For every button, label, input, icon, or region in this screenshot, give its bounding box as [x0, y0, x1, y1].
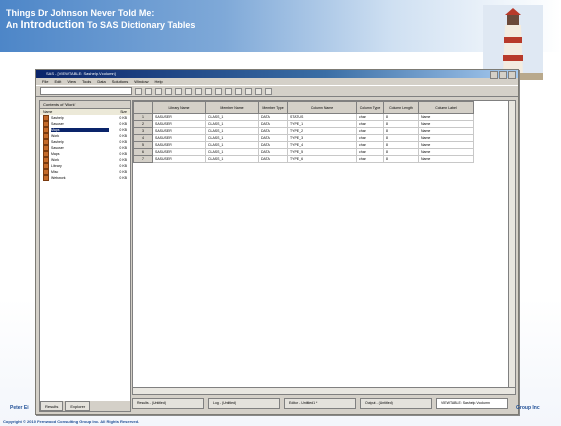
- explorer-pane-title: Contents of 'Work': [40, 101, 130, 109]
- sas-window: SAS - [VIEWTABLE: Sashelp.Vcolumn] File …: [35, 69, 519, 415]
- task-viewtable[interactable]: VIEWTABLE: Sashelp.Vcolumn: [436, 397, 508, 409]
- task-results[interactable]: Results - (Untitled): [132, 397, 204, 409]
- viewtable-grid: Library Name Member Name Member Type Col…: [132, 100, 516, 388]
- table-header-row: Library Name Member Name Member Type Col…: [133, 101, 474, 114]
- title-line-2-prefix: An: [6, 20, 21, 30]
- menu-data[interactable]: Data: [97, 78, 105, 85]
- table-row[interactable]: 7 SASUSER CLASS_1 DATA TYPE_6 char 8 Name: [133, 155, 474, 163]
- window-controls: [490, 71, 516, 79]
- col-header[interactable]: Column Label: [418, 101, 474, 114]
- menu-view[interactable]: View: [67, 78, 76, 85]
- table-row[interactable]: 1 SASUSER CLASS_1 DATA STATUS char 8 Name: [133, 113, 474, 121]
- footer-author: Peter Ei: [10, 405, 29, 411]
- task-editor[interactable]: Editor - Untitled1 *: [284, 397, 356, 409]
- table-row[interactable]: 5 SASUSER CLASS_1 DATA TYPE_4 char 8 Name: [133, 141, 474, 149]
- sort-desc-icon[interactable]: [225, 87, 232, 95]
- window-taskbar: Results - (Untitled) Log - (Untitled) Ed…: [132, 396, 514, 410]
- window-title: SAS - [VIEWTABLE: Sashelp.Vcolumn]: [46, 71, 116, 76]
- col-header[interactable]: Member Type: [258, 101, 288, 114]
- browse-mode-icon[interactable]: [255, 87, 262, 95]
- toolbar: [36, 85, 518, 97]
- save-icon[interactable]: [155, 87, 162, 95]
- menu-help[interactable]: Help: [154, 78, 162, 85]
- print-icon[interactable]: [165, 87, 172, 95]
- library-list: Sashelp 0 KB Sasuser 0 KB Maps 0 KB Work 0 K…: [40, 115, 130, 181]
- task-log[interactable]: Log - (Untitled): [208, 397, 280, 409]
- cut-icon[interactable]: [175, 87, 182, 95]
- edit-mode-icon[interactable]: [245, 87, 252, 95]
- slide-title: Things Dr Johnson Never Told Me: An Intr…: [6, 7, 195, 31]
- tab-results[interactable]: Results: [40, 401, 64, 411]
- library-item[interactable]: Webwork 0 KB: [40, 175, 130, 181]
- open-icon[interactable]: [145, 87, 152, 95]
- maximize-icon[interactable]: [499, 71, 507, 79]
- menubar: File Edit View Tools Data Solutions Wind…: [36, 78, 518, 85]
- title-line-2-emph: Introduction: [20, 19, 85, 31]
- col-header[interactable]: Column Type: [356, 101, 384, 114]
- table-row[interactable]: 2 SASUSER CLASS_1 DATA TYPE_1 char 8 Name: [133, 120, 474, 128]
- col-header[interactable]: Library Name: [152, 101, 206, 114]
- library-icon: [43, 175, 49, 181]
- sort-asc-icon[interactable]: [215, 87, 222, 95]
- copyright: Copyright © 2010 Fernwood Consulting Gro…: [3, 419, 140, 424]
- table-row[interactable]: 3 SASUSER CLASS_1 DATA TYPE_2 char 8 Name: [133, 127, 474, 135]
- lib-col-name[interactable]: Name: [43, 110, 52, 114]
- menu-solutions[interactable]: Solutions: [112, 78, 128, 85]
- vertical-scrollbar[interactable]: [508, 101, 515, 387]
- lib-col-size[interactable]: Size: [120, 110, 127, 114]
- col-header[interactable]: Column Length: [383, 101, 419, 114]
- undo-icon[interactable]: [205, 87, 212, 95]
- menu-edit[interactable]: Edit: [54, 78, 61, 85]
- paste-icon[interactable]: [195, 87, 202, 95]
- close-icon[interactable]: [508, 71, 516, 79]
- copy-icon[interactable]: [185, 87, 192, 95]
- table-row[interactable]: 6 SASUSER CLASS_1 DATA TYPE_5 char 8 Name: [133, 148, 474, 156]
- menu-tools[interactable]: Tools: [82, 78, 91, 85]
- help-icon[interactable]: [265, 87, 272, 95]
- title-line-1: Things Dr Johnson Never Told Me:: [6, 8, 155, 18]
- table-row[interactable]: 4 SASUSER CLASS_1 DATA TYPE_3 char 8 Name: [133, 134, 474, 142]
- minimize-icon[interactable]: [490, 71, 498, 79]
- data-table: Library Name Member Name Member Type Col…: [133, 101, 474, 163]
- horizontal-scrollbar[interactable]: [132, 387, 516, 395]
- footer-company: Group Inc: [516, 405, 540, 411]
- menu-window[interactable]: Window: [134, 78, 148, 85]
- col-header[interactable]: Column Name: [287, 101, 357, 114]
- new-icon[interactable]: [135, 87, 142, 95]
- row-number-header[interactable]: [133, 101, 153, 114]
- command-combo[interactable]: [40, 87, 132, 95]
- title-line-2: An Introduction To SAS Dictionary Tables: [6, 19, 195, 31]
- col-header[interactable]: Member Name: [205, 101, 259, 114]
- title-line-2-rest: To SAS Dictionary Tables: [84, 20, 196, 30]
- menu-file[interactable]: File: [42, 78, 48, 85]
- window-titlebar: SAS - [VIEWTABLE: Sashelp.Vcolumn]: [36, 70, 518, 79]
- explorer-tabs: Results Explorer: [40, 401, 130, 411]
- task-output[interactable]: Output - (Untitled): [360, 397, 432, 409]
- explorer-pane: Contents of 'Work' Name Size Sashelp 0 KB…: [39, 100, 131, 412]
- tab-explorer[interactable]: Explorer: [65, 401, 91, 411]
- filter-icon[interactable]: [235, 87, 242, 95]
